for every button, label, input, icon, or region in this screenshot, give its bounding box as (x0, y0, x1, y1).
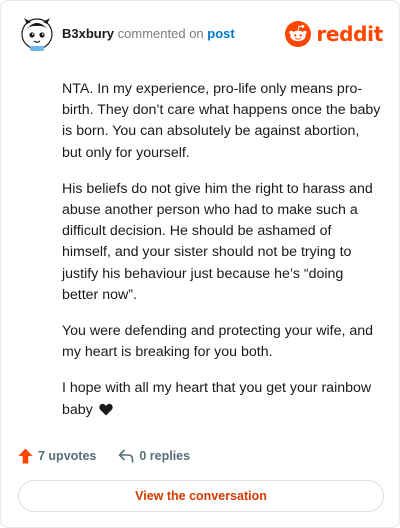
comment-card: B3xbury commented on post reddit NTA. In… (0, 0, 400, 528)
reply-count: 0 replies (139, 449, 191, 463)
comment-paragraph: His beliefs do not give him the right to… (62, 180, 373, 303)
comment-body: NTA. In my experience, pro-life only mea… (62, 79, 382, 436)
replies-button[interactable]: 0 replies (118, 449, 190, 463)
comment-paragraph-last: I hope with all my heart that you get yo… (62, 378, 382, 420)
comment-actions: 7 upvotes 0 replies (18, 445, 190, 467)
comment-paragraph: You were defending and protecting your w… (62, 323, 374, 361)
post-link[interactable]: post (207, 26, 234, 41)
username-link[interactable]: B3xbury (62, 26, 114, 41)
avatar-icon (21, 18, 53, 51)
comment-byline: B3xbury commented on post (62, 26, 235, 41)
avatar[interactable] (19, 15, 55, 51)
view-conversation-label: View the conversation (135, 489, 267, 503)
upvote-arrow-icon (18, 448, 33, 464)
byline-verb: commented on (117, 26, 204, 41)
comment-header: B3xbury commented on post reddit (19, 15, 385, 55)
upvote-count: 7 upvotes (38, 449, 97, 463)
reddit-brand[interactable]: reddit (285, 21, 383, 47)
reply-arrow-icon (119, 449, 134, 463)
black-heart-icon (99, 402, 113, 416)
view-conversation-button[interactable]: View the conversation (18, 480, 384, 512)
brand-wordmark: reddit (316, 22, 383, 46)
reddit-logo-icon (285, 21, 312, 47)
upvote-button[interactable]: 7 upvotes (18, 448, 96, 464)
comment-paragraph: NTA. In my experience, pro-life only mea… (62, 81, 381, 161)
